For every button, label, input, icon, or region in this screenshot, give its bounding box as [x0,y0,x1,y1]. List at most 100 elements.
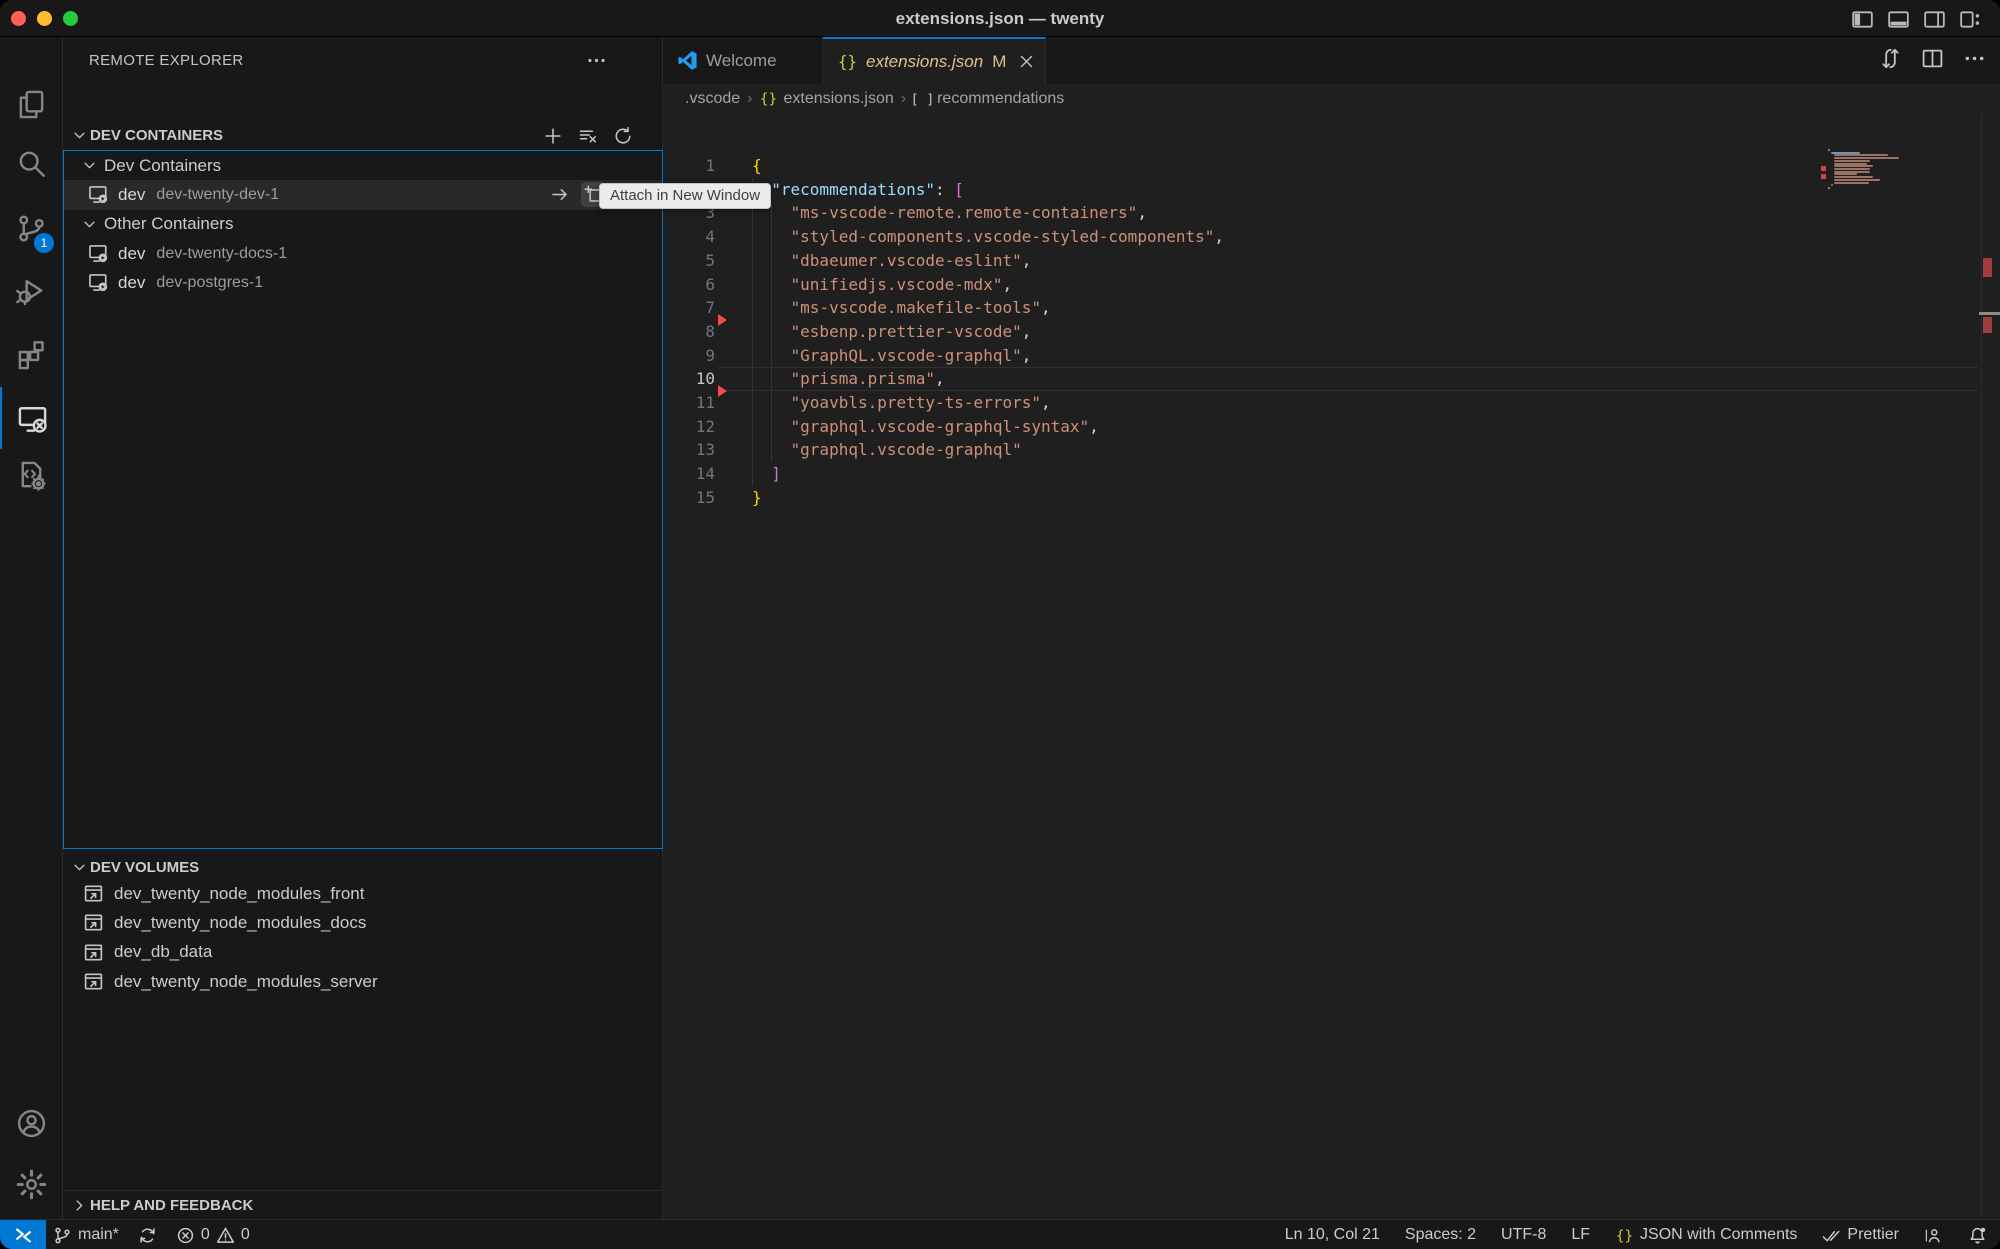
line-number[interactable]: 8 [663,320,715,344]
volume-item-dev_db_data[interactable]: dev_db_data [63,938,662,967]
code-line-15[interactable]: } [752,486,762,510]
section-help-and-feedback[interactable]: HELP AND FEEDBACK [63,1190,662,1219]
svg-text:[ ]: [ ] [913,92,932,107]
feedback-icon [1924,1226,1943,1245]
code-line-5[interactable]: "dbaeumer.vscode-eslint", [752,249,1031,273]
code-line-13[interactable]: "graphql.vscode-graphql" [752,438,1022,462]
clear-all-icon[interactable] [577,125,599,147]
status-item-indentation[interactable]: Spaces: 2 [1405,1226,1476,1244]
volume-item-dev_twenty_node_modules_docs[interactable]: dev_twenty_node_modules_docs [63,908,662,937]
status-item-encoding[interactable]: UTF-8 [1501,1226,1546,1244]
layout-sidebar-left-icon[interactable] [1850,7,1874,31]
activity-bar-item-containers[interactable] [0,444,63,506]
refresh-icon[interactable] [612,125,634,147]
activity-bar-item-explorer[interactable] [0,73,63,135]
dev-containers-tree: Dev Containers dev dev-twenty-dev-1 Othe… [63,150,663,849]
status-item-cursor-position[interactable]: Ln 10, Col 21 [1285,1226,1380,1244]
activity-bar-item-run-debug[interactable] [0,259,63,321]
status-item-eol[interactable]: LF [1571,1226,1590,1244]
volume-item-dev_twenty_node_modules_front[interactable]: dev_twenty_node_modules_front [63,879,662,908]
split-editor-icon[interactable] [1921,47,1944,70]
compare-changes-icon[interactable] [1879,47,1902,70]
activity-bar-item-settings[interactable] [0,1153,63,1215]
code-line-7[interactable]: "ms-vscode.makefile-tools", [752,296,1051,320]
activity-bar-item-accounts[interactable] [0,1092,63,1154]
container-item-dev-twenty-docs-1[interactable]: dev dev-twenty-docs-1 [64,239,662,268]
status-item-feedback[interactable] [1924,1226,1943,1245]
line-number[interactable]: 10 [663,367,715,391]
line-number[interactable]: 11 [663,391,715,415]
window-title: extensions.json — twenty [0,0,2000,37]
section-actions [542,125,634,147]
title-bar[interactable]: extensions.json — twenty [0,0,2000,37]
code-line-2[interactable]: "recommendations": [ [752,178,964,202]
code-line-1[interactable]: { [752,154,762,178]
line-number[interactable]: 5 [663,249,715,273]
minimap[interactable] [1823,113,1983,233]
arrow-right-icon[interactable] [547,182,572,207]
section-dev-containers[interactable]: DEV CONTAINERS [63,121,662,150]
activity-bar-item-remote-explorer[interactable] [0,387,63,449]
code-line-3[interactable]: "ms-vscode-remote.remote-containers", [752,201,1147,225]
volume-item-dev_twenty_node_modules_server[interactable]: dev_twenty_node_modules_server [63,967,662,996]
line-number[interactable]: 13 [663,438,715,462]
activity-bar-item-source-control[interactable]: 1 [0,197,63,259]
container-item-dev-twenty-dev-1[interactable]: dev dev-twenty-dev-1 [64,180,662,209]
more-actions-icon[interactable] [1963,47,1986,70]
line-number[interactable]: 14 [663,462,715,486]
tree-group-dev-containers[interactable]: Dev Containers [64,151,662,180]
code-line-9[interactable]: "GraphQL.vscode-graphql", [752,344,1031,368]
container-description: dev-twenty-docs-1 [156,245,287,263]
overview-ruler[interactable] [1981,113,2000,1219]
code-line-8[interactable]: "esbenp.prettier-vscode", [752,320,1031,344]
line-number[interactable]: 7 [663,296,715,320]
code-line-12[interactable]: "graphql.vscode-graphql-syntax", [752,415,1099,439]
extensions-icon [16,339,47,370]
more-actions-icon[interactable] [586,50,607,71]
volume-icon [83,971,104,992]
tab-extensions-json[interactable]: {} extensions.json M [823,37,1046,84]
close-tab-icon[interactable] [1018,53,1035,70]
remote-indicator[interactable] [0,1220,46,1249]
code-line-14[interactable]: ] [752,462,781,486]
plus-icon[interactable] [542,125,564,147]
chevron-down-icon [71,127,88,144]
json-icon: {} [837,51,858,72]
tree-group-other-containers[interactable]: Other Containers [64,210,662,239]
container-item-dev-postgres-1[interactable]: dev dev-postgres-1 [64,268,662,297]
code-line-4[interactable]: "styled-components.vscode-styled-compone… [752,225,1224,249]
breadcrumb-item[interactable]: .vscode [685,90,740,108]
breadcrumb: .vscode› {} extensions.json› [ ] recomme… [663,84,2000,113]
code-line-6[interactable]: "unifiedjs.vscode-mdx", [752,273,1012,297]
line-number[interactable]: 1 [663,154,715,178]
section-label: DEV VOLUMES [90,859,199,876]
layout-panel-icon[interactable] [1886,7,1910,31]
chevron-down-icon [71,859,88,876]
line-number[interactable]: 4 [663,225,715,249]
status-item-notifications[interactable] [1968,1226,1987,1245]
code-line-10[interactable]: "prisma.prisma", [752,367,945,391]
code-editor[interactable]: 1{2 "recommendations": [3 "ms-vscode-rem… [663,113,2000,1219]
section-dev-volumes[interactable]: DEV VOLUMES [63,853,662,882]
line-number[interactable]: 6 [663,273,715,297]
git-deleted-marker[interactable] [718,314,727,326]
layout-sidebar-right-icon[interactable] [1922,7,1946,31]
status-item-branch[interactable]: main* [53,1226,119,1245]
status-item-sync[interactable] [138,1226,157,1245]
breadcrumb-item[interactable]: {} extensions.json [759,89,893,108]
status-item-problems[interactable]: 00 [176,1226,250,1245]
tab-welcome[interactable]: Welcome [663,37,823,84]
activity-bar-item-search[interactable] [0,132,63,194]
line-number[interactable]: 12 [663,415,715,439]
line-number[interactable]: 9 [663,344,715,368]
search-icon [16,148,47,179]
git-deleted-marker[interactable] [718,385,727,397]
code-line-11[interactable]: "yoavbls.pretty-ts-errors", [752,391,1051,415]
breadcrumb-item[interactable]: [ ] recommendations [913,89,1064,108]
activity-bar-item-extensions[interactable] [0,323,63,385]
status-item-formatter[interactable]: Prettier [1822,1226,1899,1245]
line-number[interactable]: 15 [663,486,715,510]
dev-volumes-list: dev_twenty_node_modules_front dev_twenty… [63,879,662,996]
layout-customize-icon[interactable] [1958,7,1982,31]
status-item-language-mode[interactable]: {} JSON with Comments [1615,1226,1797,1245]
